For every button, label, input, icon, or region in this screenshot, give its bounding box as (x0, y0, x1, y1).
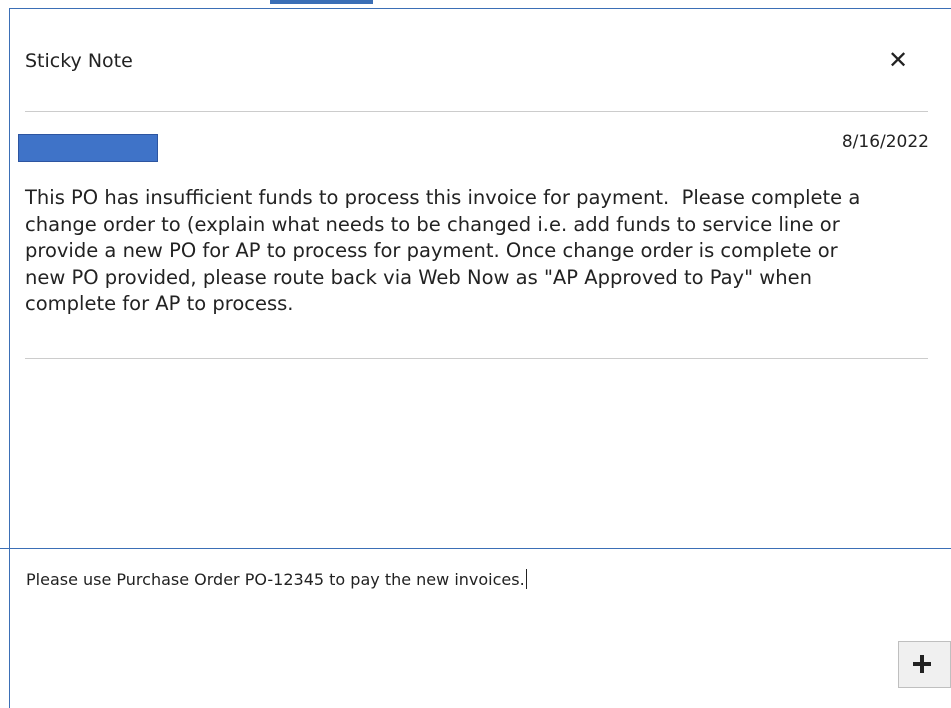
dialog-title: Sticky Note (25, 50, 133, 72)
text-caret (525, 569, 527, 589)
new-note-input[interactable]: Please use Purchase Order PO-12345 to pa… (26, 569, 527, 589)
close-button[interactable]: ✕ (884, 46, 912, 74)
active-tab-indicator (270, 0, 373, 4)
note-divider (25, 358, 928, 359)
plus-icon (899, 642, 950, 687)
note-author-redacted (18, 134, 158, 162)
note-body: This PO has insufficient funds to proces… (25, 186, 861, 315)
new-note-text: Please use Purchase Order PO-12345 to pa… (26, 570, 525, 589)
compose-border (0, 548, 951, 549)
header-divider (25, 111, 928, 112)
note-date: 8/16/2022 (841, 132, 929, 152)
add-note-button[interactable] (898, 641, 951, 688)
close-icon: ✕ (887, 46, 909, 74)
